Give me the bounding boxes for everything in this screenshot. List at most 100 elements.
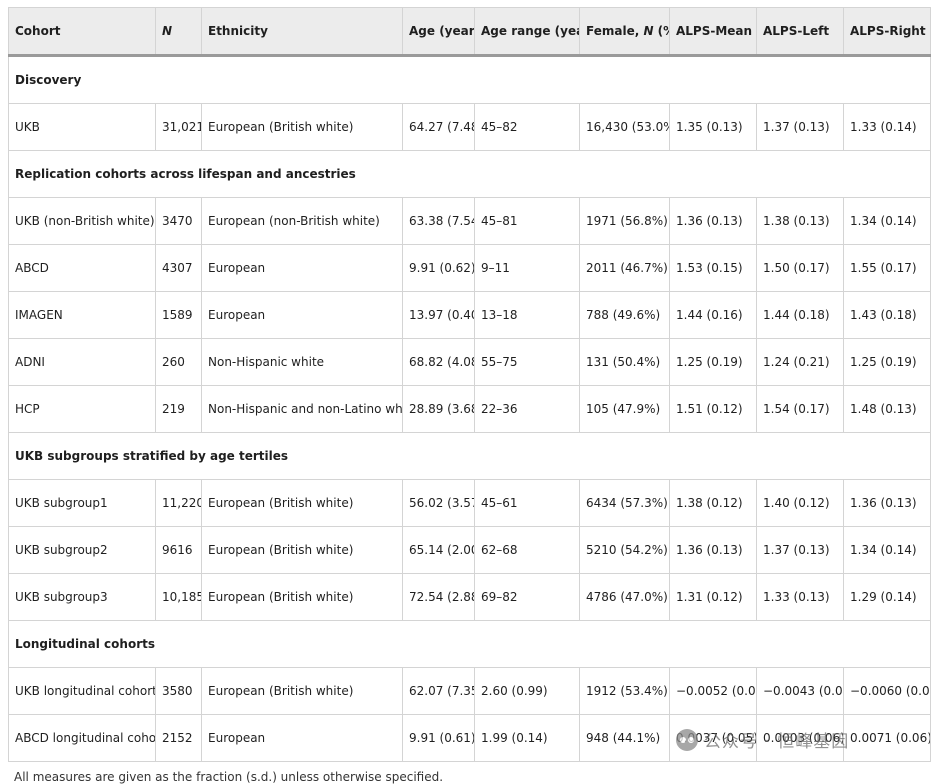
table-cell: 1.37 (0.13) xyxy=(756,526,844,574)
table-cell: 1.54 (0.17) xyxy=(756,385,844,433)
table-row: ABCD 4307 European 9.91 (0.62) 9–11 2011 (46.… xyxy=(8,244,931,292)
section-row: Replication cohorts across lifespan and … xyxy=(8,150,931,198)
column-header-text: (%) xyxy=(657,24,669,38)
table-row: IMAGEN1589European13.97 (0.40)13–18788 (… xyxy=(8,291,931,339)
section-row: Discovery xyxy=(8,55,931,104)
table-cell: 16,430 (53.0%) xyxy=(579,103,670,151)
table-cell: 1.55 (0.17) xyxy=(843,244,931,292)
table-cell: European (British white) xyxy=(201,573,403,621)
table-row: UKB 31,021 European (British white) 64.27 (… xyxy=(8,103,931,151)
table-cell: IMAGEN xyxy=(8,291,156,339)
table-cell: 1.38 (0.12) xyxy=(669,479,757,527)
column-header: Cohort xyxy=(8,7,156,57)
table-cell: 10,185 xyxy=(155,573,202,621)
cohort-table-container: CohortNEthnicityAge (year)Age range (yea… xyxy=(8,7,931,762)
table-cell: 2.60 (0.99) xyxy=(474,667,580,715)
table-cell: 131 (50.4%) xyxy=(579,338,670,386)
section-title: UKB subgroups stratified by age tertiles xyxy=(8,432,931,480)
table-cell: 1.99 (0.14) xyxy=(474,714,580,762)
table-cell: 0.0037 (0.05) xyxy=(669,714,757,762)
table-cell: 2011 (46.7%) xyxy=(579,244,670,292)
table-cell: European (British white) xyxy=(201,103,403,151)
section-title: Replication cohorts across lifespan and … xyxy=(8,150,931,198)
table-cell: 6434 (57.3%) xyxy=(579,479,670,527)
table-cell: UKB xyxy=(8,103,156,151)
column-header: ALPS-Right xyxy=(843,7,931,57)
table-cell: 3470 xyxy=(155,197,202,245)
table-cell: 1912 (53.4%) xyxy=(579,667,670,715)
table-cell: European (British white) xyxy=(201,479,403,527)
table-cell: 5210 (54.2%) xyxy=(579,526,670,574)
column-header: Ethnicity xyxy=(201,7,403,57)
table-cell: 1.24 (0.21) xyxy=(756,338,844,386)
table-row: HCP 219 Non-Hispanic and non-Latino white 2… xyxy=(8,385,931,433)
table-cell: 1.33 (0.13) xyxy=(756,573,844,621)
table-cell: 948 (44.1%) xyxy=(579,714,670,762)
cohort-table: CohortNEthnicityAge (year)Age range (yea… xyxy=(8,7,931,762)
table-footnote: All measures are given as the fraction (… xyxy=(14,770,444,784)
table-header-row: CohortNEthnicityAge (year)Age range (yea… xyxy=(8,7,931,57)
table-cell: UKB subgroup1 xyxy=(8,479,156,527)
table-cell: Non-Hispanic and non-Latino white xyxy=(201,385,403,433)
table-cell: −0.0052 (0.02) xyxy=(669,667,757,715)
table-row: UKB subgroup1 11,220 European (British whi… xyxy=(8,479,931,527)
section-row: Longitudinal cohorts xyxy=(8,620,931,668)
table-cell: European xyxy=(201,244,403,292)
table-cell: 28.89 (3.68) xyxy=(402,385,475,433)
table-cell: 11,220 xyxy=(155,479,202,527)
table-cell: Non-Hispanic white xyxy=(201,338,403,386)
table-cell: 1.44 (0.18) xyxy=(756,291,844,339)
column-header-text: Female, xyxy=(586,24,644,38)
table-cell: 260 xyxy=(155,338,202,386)
table-cell: 22–36 xyxy=(474,385,580,433)
table-cell: 69–82 xyxy=(474,573,580,621)
table-cell: 63.38 (7.54) xyxy=(402,197,475,245)
column-header: Age range (year) xyxy=(474,7,580,57)
table-cell: 1.34 (0.14) xyxy=(843,526,931,574)
table-cell: 65.14 (2.00) xyxy=(402,526,475,574)
table-cell: HCP xyxy=(8,385,156,433)
table-cell: 9616 xyxy=(155,526,202,574)
table-cell: 45–61 xyxy=(474,479,580,527)
table-cell: 1.25 (0.19) xyxy=(669,338,757,386)
section-title: Longitudinal cohorts xyxy=(8,620,931,668)
table-row: UKB (non-British white) 3470 European (non… xyxy=(8,197,931,245)
table-row: ABCD longitudinal cohort 2152 European 9.91… xyxy=(8,714,931,762)
table-cell: ADNI xyxy=(8,338,156,386)
table-cell: 1589 xyxy=(155,291,202,339)
table-cell: 1.48 (0.13) xyxy=(843,385,931,433)
table-cell: 9.91 (0.62) xyxy=(402,244,475,292)
table-cell: −0.0060 (0.03) xyxy=(843,667,931,715)
table-cell: −0.0043 (0.02) xyxy=(756,667,844,715)
column-header: Age (year) xyxy=(402,7,475,57)
table-cell: 68.82 (4.08) xyxy=(402,338,475,386)
table-cell: 1.31 (0.12) xyxy=(669,573,757,621)
table-cell: 1971 (56.8%) xyxy=(579,197,670,245)
table-cell: 4786 (47.0%) xyxy=(579,573,670,621)
table-cell: 1.34 (0.14) xyxy=(843,197,931,245)
table-cell: 55–75 xyxy=(474,338,580,386)
table-cell: ABCD xyxy=(8,244,156,292)
column-header: ALPS-Left xyxy=(756,7,844,57)
table-cell: 62.07 (7.35) xyxy=(402,667,475,715)
table-cell: European xyxy=(201,291,403,339)
table-cell: 4307 xyxy=(155,244,202,292)
table-cell: 72.54 (2.88) xyxy=(402,573,475,621)
table-cell: 45–82 xyxy=(474,103,580,151)
table-cell: UKB longitudinal cohort xyxy=(8,667,156,715)
table-cell: 105 (47.9%) xyxy=(579,385,670,433)
table-cell: 13–18 xyxy=(474,291,580,339)
table-cell: UKB (non-British white) xyxy=(8,197,156,245)
table-cell: 3580 xyxy=(155,667,202,715)
table-cell: UKB subgroup3 xyxy=(8,573,156,621)
table-cell: 64.27 (7.48) xyxy=(402,103,475,151)
table-body: Discovery UKB 31,021 European (British whit… xyxy=(8,55,931,762)
table-cell: 1.43 (0.18) xyxy=(843,291,931,339)
section-title: Discovery xyxy=(8,55,931,104)
table-cell: 1.35 (0.13) xyxy=(669,103,757,151)
column-header: ALPS-Mean xyxy=(669,7,757,57)
table-cell: 62–68 xyxy=(474,526,580,574)
column-header: N xyxy=(155,7,202,57)
table-cell: 788 (49.6%) xyxy=(579,291,670,339)
table-cell: European (British white) xyxy=(201,667,403,715)
